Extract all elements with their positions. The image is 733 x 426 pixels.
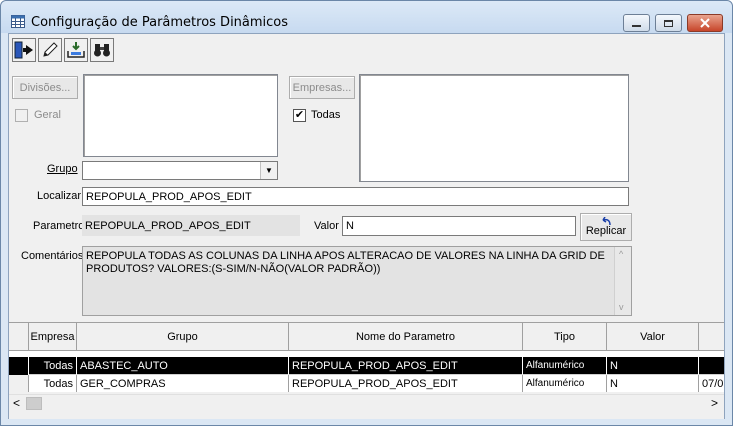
scroll-up-icon[interactable]: ^ [619,248,623,261]
exit-button[interactable] [12,38,36,62]
empresas-button-label: Empresas... [292,81,352,94]
window-title: Configuração de Parâmetros Dinâmicos [31,15,289,30]
maximize-button[interactable] [655,14,682,32]
scroll-right-icon[interactable]: > [711,396,718,410]
save-button[interactable] [64,38,88,62]
search-binoculars-icon [94,44,110,57]
divisoes-button-label: Divisões... [19,81,71,94]
dialog-client-area: Divisões... Geral Empresas... ✔ Todas Gr… [8,33,725,419]
replicar-button[interactable]: Replicar [580,213,632,241]
cell-extra[interactable] [699,357,724,375]
column-header-empresa[interactable]: Empresa [29,323,77,351]
divisoes-list[interactable] [83,74,278,157]
geral-label: Geral [34,109,61,121]
scroll-left-icon[interactable]: < [13,396,20,410]
cell-empresa[interactable]: Todas [29,357,77,375]
comentarios-text: REPOPULA TODAS AS COLUNAS DA LINHA APOS … [86,250,605,275]
window-app-icon [11,15,25,28]
cell-extra[interactable]: 07/0 [699,375,724,392]
column-header-tipo[interactable]: Tipo [523,323,607,351]
title-bar[interactable]: Configuração de Parâmetros Dinâmicos [1,1,732,33]
cell-nome[interactable]: REPOPULA_PROD_APOS_EDIT [289,375,523,392]
cell-valor[interactable]: N [607,357,699,375]
save-icon [67,42,85,58]
todas-checkbox[interactable]: ✔ [293,109,306,122]
scroll-thumb[interactable] [26,397,42,410]
todas-label: Todas [311,109,341,121]
cell-empresa[interactable]: Todas [29,375,77,392]
edit-icon [43,42,58,57]
replicar-label: Replicar [585,225,627,237]
column-header-nome[interactable]: Nome do Parametro [289,323,523,351]
row-indicator [9,357,29,375]
comentarios-memo[interactable]: REPOPULA TODAS AS COLUNAS DA LINHA APOS … [82,246,632,316]
scroll-down-icon[interactable]: v [619,301,624,314]
divisoes-button[interactable]: Divisões... [12,76,78,99]
cell-valor[interactable]: N [607,375,699,392]
grid-horizontal-scrollbar[interactable]: < > [9,394,724,411]
comentarios-label: Comentários [21,250,84,262]
cell-grupo[interactable]: GER_COMPRAS [77,375,289,392]
column-header-grupo[interactable]: Grupo [77,323,289,351]
chevron-down-icon: ▼ [265,166,273,175]
valor-input[interactable]: N [342,216,576,236]
minimize-button[interactable] [623,14,650,32]
geral-checkbox[interactable] [15,109,28,122]
parametro-value: REPOPULA_PROD_APOS_EDIT [85,219,251,232]
close-button[interactable] [687,14,723,32]
parametro-label: Parametro [33,220,85,232]
empresas-list[interactable] [359,74,629,182]
close-icon [700,18,710,28]
row-indicator [9,375,29,392]
minimize-icon [632,24,641,27]
edit-button[interactable] [38,38,62,62]
check-mark-icon: ✔ [294,109,305,121]
maximize-icon [664,19,673,27]
grid-header-indicator [9,323,29,351]
app-window: Configuração de Parâmetros Dinâmicos Div… [0,0,733,426]
cell-tipo[interactable]: Alfanumérico [523,357,607,375]
search-button[interactable] [90,38,114,62]
table-row[interactable]: Todas ABASTEC_AUTO REPOPULA_PROD_APOS_ED… [9,357,724,375]
cell-grupo[interactable]: ABASTEC_AUTO [77,357,289,375]
cell-nome[interactable]: REPOPULA_PROD_APOS_EDIT [289,357,523,375]
column-header-valor[interactable]: Valor [607,323,699,351]
localizar-value: REPOPULA_PROD_APOS_EDIT [86,190,252,203]
valor-label: Valor [314,220,339,232]
parametro-field: REPOPULA_PROD_APOS_EDIT [82,215,300,236]
localizar-input[interactable]: REPOPULA_PROD_APOS_EDIT [82,187,629,206]
dropdown-button[interactable]: ▼ [260,162,277,179]
grupo-label: Grupo [47,163,78,175]
column-header-extra[interactable] [699,323,724,351]
status-bar [9,411,724,419]
memo-vertical-scrollbar[interactable]: ^ v [614,247,631,315]
empresas-button[interactable]: Empresas... [289,76,355,99]
valor-value: N [346,220,354,232]
localizar-label: Localizar [37,190,82,202]
parametros-grid[interactable]: Empresa Grupo Nome do Parametro Tipo Val… [9,322,724,392]
table-row[interactable]: Todas GER_COMPRAS REPOPULA_PROD_APOS_EDI… [9,375,724,392]
cell-tipo[interactable]: Alfanumérico [523,375,607,392]
grupo-combobox[interactable]: ▼ [82,161,278,180]
exit-icon [14,41,33,59]
